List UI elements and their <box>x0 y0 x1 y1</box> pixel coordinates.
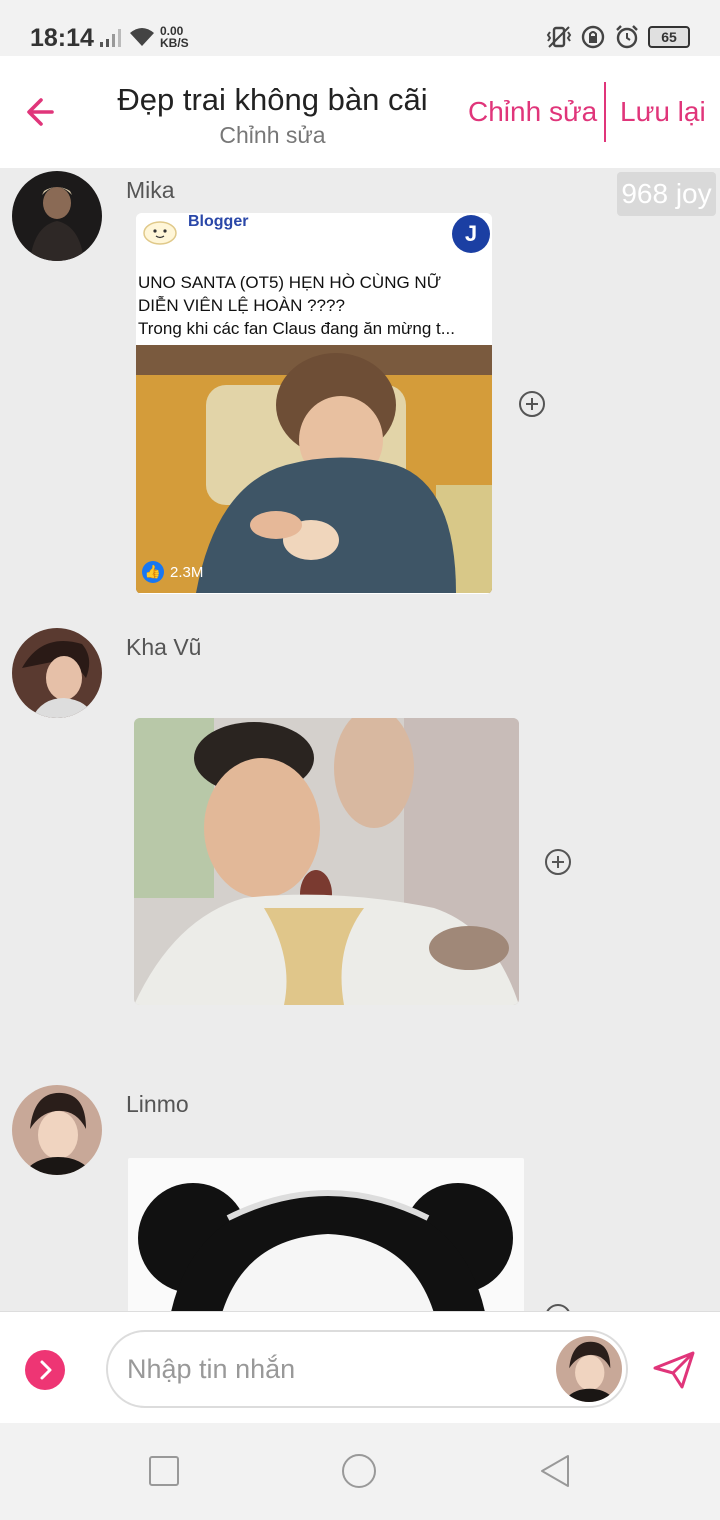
chevron-right-icon <box>40 1360 52 1380</box>
status-icons: 65 <box>546 24 690 50</box>
chat-subtitle: Chỉnh sửa <box>219 122 326 148</box>
header-divider <box>604 82 606 142</box>
nav-circle-icon[interactable] <box>341 1453 377 1489</box>
source-badge: J <box>452 215 490 253</box>
message-composer <box>0 1311 720 1423</box>
card-headline-line: DIỄN VIÊN LỆ HOÀN ???? <box>138 296 345 315</box>
add-circle-icon[interactable] <box>544 848 572 876</box>
card-photo: 👍 2.3M <box>136 345 492 593</box>
message-photo <box>128 1158 524 1311</box>
sender-name: Linmo <box>126 1091 189 1117</box>
signal-icon <box>100 29 121 47</box>
edit-button[interactable]: Chỉnh sửa <box>468 96 597 128</box>
card-headline-line: Trong khi các fan Claus đang ăn mừng t..… <box>138 319 455 338</box>
rotation-lock-icon <box>581 25 605 49</box>
vibrate-icon <box>546 26 572 48</box>
chat-messages[interactable]: 968 joy Mika Blogger J UNO SANTA (OT5) H… <box>0 168 720 1311</box>
message-input[interactable] <box>106 1330 628 1408</box>
card-likes: 👍 2.3M <box>142 561 203 583</box>
card-headline-line: UNO SANTA (OT5) HẸN HÒ CÙNG NỮ <box>138 273 442 292</box>
chat-title: Đẹp trai không bàn cãi <box>117 82 428 117</box>
avatar[interactable] <box>12 1085 102 1175</box>
like-icon: 👍 <box>142 561 164 583</box>
message-photo <box>134 718 519 1005</box>
system-nav-bar <box>0 1423 720 1520</box>
save-button[interactable]: Lưu lại <box>620 96 706 128</box>
card-likes-count: 2.3M <box>170 563 204 581</box>
sender-name: Kha Vũ <box>126 634 202 660</box>
network-speed-unit: KB/S <box>160 36 189 50</box>
composer-avatar-image <box>556 1336 622 1402</box>
send-icon[interactable] <box>652 1350 696 1390</box>
wifi-icon <box>130 28 154 46</box>
card-photo-image <box>136 345 492 593</box>
avatar-linmo-image <box>12 1085 102 1175</box>
status-time: 18:14 <box>30 24 94 52</box>
card-headline: UNO SANTA (OT5) HẸN HÒ CÙNG NỮ DIỄN VIÊN… <box>138 271 488 340</box>
composer-avatar[interactable] <box>556 1336 622 1402</box>
avatar-mika-image <box>12 171 102 261</box>
card-header: Blogger J UNO SANTA (OT5) HẸN HÒ CÙNG NỮ… <box>136 213 492 345</box>
add-circle-icon[interactable] <box>518 390 546 418</box>
battery-indicator: 65 <box>648 26 690 48</box>
status-bar: 18:14 0.00 KB/S 65 <box>0 0 720 56</box>
avatar[interactable] <box>12 628 102 718</box>
network-speed: 0.00 KB/S <box>160 25 189 49</box>
alarm-icon <box>616 25 638 49</box>
add-circle-icon[interactable] <box>544 1303 572 1311</box>
message-image[interactable] <box>128 1158 524 1311</box>
avatar-kha-vu-image <box>12 628 102 718</box>
sender-name: Mika <box>126 177 175 203</box>
joy-badge: 968 joy <box>617 172 716 216</box>
nav-back-icon[interactable] <box>538 1453 574 1489</box>
more-options-button[interactable] <box>25 1350 65 1390</box>
blogger-logo-icon <box>143 221 177 245</box>
card-source: Blogger <box>188 213 249 230</box>
message-image[interactable] <box>134 718 519 1005</box>
link-preview-card[interactable]: Blogger J UNO SANTA (OT5) HẸN HÒ CÙNG NỮ… <box>136 213 492 594</box>
nav-square-icon[interactable] <box>146 1453 182 1489</box>
avatar[interactable] <box>12 171 102 261</box>
chat-header: Đẹp trai không bàn cãi Chỉnh sửa Chỉnh s… <box>0 56 720 168</box>
